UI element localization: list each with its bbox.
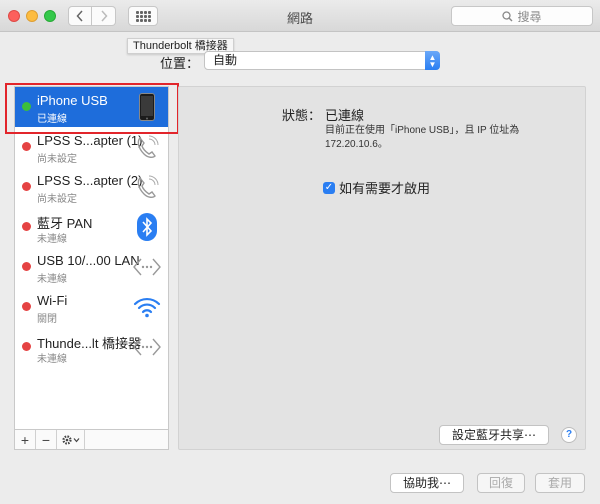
phone-handset-icon [133, 172, 161, 202]
location-value: 自動 [213, 53, 238, 67]
bluetooth-icon [133, 212, 161, 242]
search-icon [502, 10, 513, 21]
status-dot [22, 262, 31, 271]
location-label: 位置： [160, 56, 200, 71]
service-list: iPhone USB 已連線 LPSS S...apter (1) 尚未設定 L… [14, 86, 169, 430]
service-item-wifi[interactable]: Wi-Fi 關閉 [15, 287, 168, 327]
remove-service-button[interactable]: − [36, 430, 57, 449]
service-item-usb-lan[interactable]: USB 10/...00 LAN 未連線 [15, 247, 168, 287]
stepper-arrows-icon: ▲ ▼ [425, 51, 440, 70]
search-field[interactable]: 搜尋 [451, 6, 593, 26]
checkmark-icon: ✓ [323, 181, 335, 194]
service-name: LPSS S...apter (2) [37, 173, 143, 188]
checkbox-label: 如有需要才啟用 [339, 181, 431, 196]
service-item-thunderbolt-bridge[interactable]: Thunde...lt 橋接器 未連線 [15, 327, 168, 367]
add-service-button[interactable]: + [15, 430, 36, 449]
status-dot [22, 182, 31, 191]
service-name: Wi-Fi [37, 293, 68, 308]
iphone-icon [133, 92, 161, 122]
action-menu-button[interactable] [57, 430, 85, 449]
revert-button[interactable]: 回復 [477, 473, 525, 493]
apply-button[interactable]: 套用 [535, 473, 585, 493]
status-dot [22, 142, 31, 151]
service-item-iphone-usb[interactable]: iPhone USB 已連線 [15, 87, 168, 127]
service-status: 未連線 [37, 354, 67, 365]
status-description: 目前正在使用「iPhone USB」，且 IP 位址為 172.20.10.6。 [325, 125, 520, 150]
connect-on-demand-checkbox[interactable]: ✓ 如有需要才啟用 [323, 178, 430, 197]
service-item-lpss-2[interactable]: LPSS S...apter (2) 尚未設定 [15, 167, 168, 207]
service-item-lpss-1[interactable]: LPSS S...apter (1) 尚未設定 [15, 127, 168, 167]
status-label: 狀態： [282, 108, 322, 123]
status-dot [22, 342, 31, 351]
ethernet-icon [133, 252, 161, 282]
title-bar: 網路 搜尋 [0, 0, 600, 32]
phone-handset-icon [133, 132, 161, 162]
help-icon[interactable]: ? [561, 427, 577, 443]
service-status: 未連線 [37, 234, 67, 245]
service-status: 未連線 [37, 274, 67, 285]
gear-icon [61, 434, 79, 445]
service-name: LPSS S...apter (1) [37, 133, 143, 148]
service-status: 關閉 [37, 314, 57, 325]
ethernet-icon [133, 332, 161, 362]
service-item-bluetooth-pan[interactable]: 藍牙 PAN 未連線 [15, 207, 168, 247]
service-list-toolbar: + − [14, 430, 169, 450]
wifi-icon [133, 292, 161, 322]
bluetooth-share-button[interactable]: 設定藍牙共享⋯ [439, 425, 549, 445]
status-dot [22, 102, 31, 111]
status-dot [22, 222, 31, 231]
assist-me-button[interactable]: 協助我⋯ [390, 473, 464, 493]
service-status: 已連線 [37, 114, 67, 125]
service-name: USB 10/...00 LAN [37, 253, 140, 268]
service-name: iPhone USB [37, 93, 108, 108]
service-status: 尚未設定 [37, 194, 77, 205]
status-dot [22, 302, 31, 311]
location-select[interactable]: 自動 ▲ ▼ [204, 51, 440, 70]
status-value: 已連線 [325, 108, 365, 123]
search-placeholder: 搜尋 [517, 9, 542, 24]
service-status: 尚未設定 [37, 154, 77, 165]
